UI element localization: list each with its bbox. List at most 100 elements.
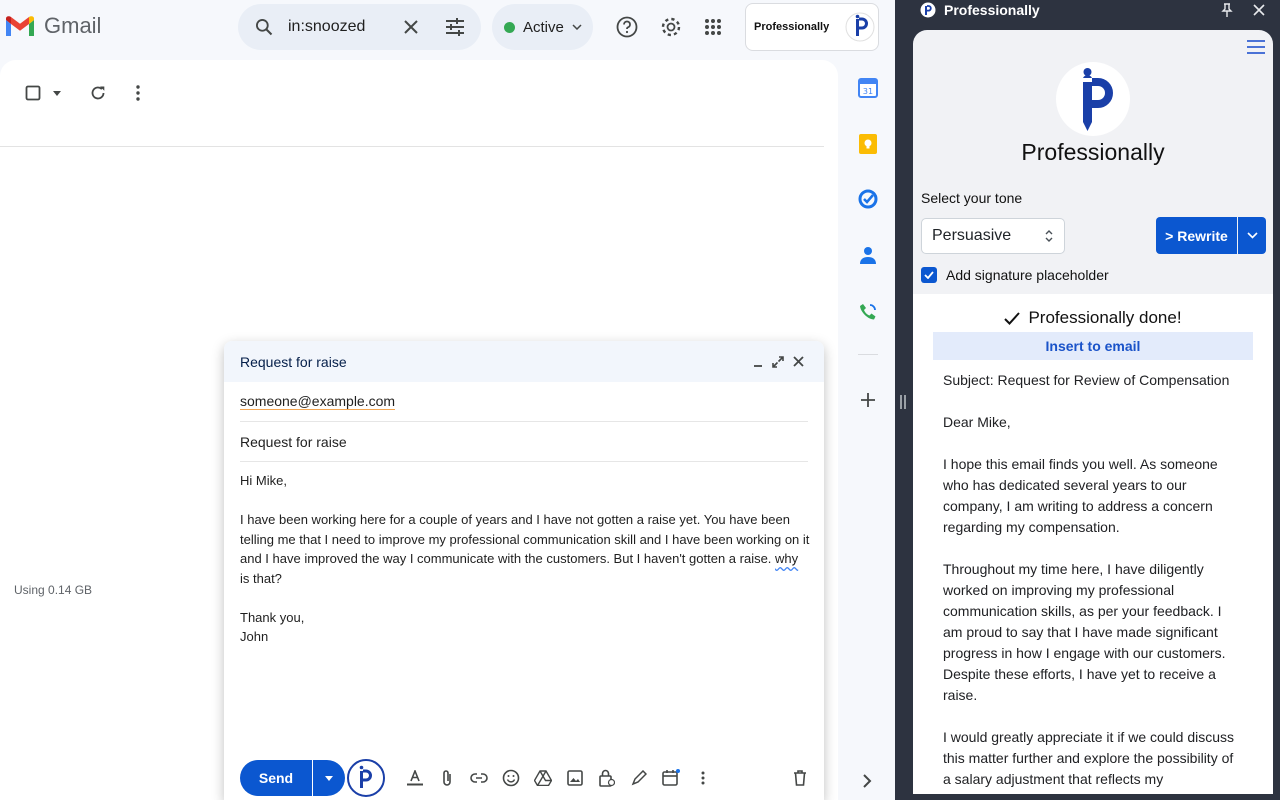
signature-label: Add signature placeholder — [946, 267, 1109, 283]
close-icon[interactable] — [788, 352, 808, 372]
body-closing: Thank you, — [240, 609, 305, 625]
calendar-icon[interactable]: 31 — [856, 76, 880, 100]
professionally-pen-logo-icon — [1083, 68, 1113, 131]
side-panel-title: Professionally — [944, 2, 1040, 18]
help-icon[interactable] — [613, 13, 641, 41]
message-body[interactable]: Hi Mike, I have been working here for a … — [240, 471, 810, 647]
to-field[interactable]: someone@example.com — [240, 382, 808, 422]
signature-checkbox[interactable] — [921, 267, 937, 283]
checkmark-icon — [924, 271, 934, 279]
discard-draft-trash-icon[interactable] — [784, 762, 816, 794]
chevron-down-icon — [1246, 232, 1258, 239]
toolbar-divider — [0, 146, 824, 147]
professionally-small-logo-icon — [920, 2, 936, 18]
send-group: Send — [240, 760, 345, 796]
gmail-m-icon — [6, 16, 34, 36]
contacts-icon[interactable] — [856, 243, 880, 267]
rewrite-result: Professionally done! Insert to email Sub… — [913, 294, 1273, 794]
signature-option[interactable]: Add signature placeholder — [921, 267, 1109, 283]
select-dropdown-icon[interactable] — [50, 73, 64, 113]
rewrite-group: > Rewrite — [1156, 217, 1266, 254]
rewrite-greeting: Dear Mike, — [943, 414, 1011, 430]
more-options-icon[interactable] — [687, 762, 719, 794]
gmail-logo-text: Gmail — [44, 13, 102, 38]
close-panel-icon[interactable] — [1251, 2, 1267, 18]
rewrite-paragraph: I hope this email finds you well. As som… — [943, 456, 1218, 535]
body-greeting: Hi Mike, — [240, 473, 287, 488]
recipient-chip[interactable]: someone@example.com — [240, 393, 396, 410]
pin-icon[interactable] — [1219, 2, 1235, 18]
formatting-toolbar — [399, 762, 719, 794]
professionally-card-label: Professionally — [754, 21, 830, 33]
drive-icon[interactable] — [527, 762, 559, 794]
send-button[interactable]: Send — [240, 760, 312, 796]
professionally-panel: Professionally Select your tone Persuasi… — [913, 30, 1273, 794]
spelling-flag[interactable]: why — [775, 551, 798, 566]
search-bar[interactable]: in:snoozed — [238, 4, 481, 50]
mail-toolbar — [16, 73, 158, 113]
keep-icon[interactable] — [856, 132, 880, 156]
professionally-compose-button[interactable] — [347, 759, 385, 797]
clear-search-icon[interactable] — [399, 15, 423, 39]
compose-header[interactable]: Request for raise — [224, 341, 824, 382]
compose-title: Request for raise — [240, 353, 347, 370]
signature-pen-icon[interactable] — [623, 762, 655, 794]
rewrite-options-button[interactable] — [1238, 217, 1266, 254]
status-selector[interactable]: Active — [492, 4, 593, 50]
emoji-icon[interactable] — [495, 762, 527, 794]
apps-grid-icon[interactable] — [699, 13, 727, 41]
status-dot — [504, 21, 515, 33]
settings-gear-icon[interactable] — [657, 13, 685, 41]
brand-name: Professionally — [1021, 139, 1165, 165]
panel-resize-handle[interactable] — [900, 395, 908, 411]
fullscreen-icon[interactable] — [768, 352, 788, 372]
addon-divider — [858, 354, 878, 355]
insert-to-email-button[interactable]: Insert to email — [933, 332, 1253, 360]
select-all-checkbox[interactable] — [16, 73, 50, 113]
menu-hamburger-icon[interactable] — [1247, 40, 1265, 54]
refresh-icon[interactable] — [78, 73, 118, 113]
link-icon[interactable] — [463, 762, 495, 794]
professionally-account-card[interactable]: Professionally — [745, 3, 879, 51]
search-options-icon[interactable] — [443, 15, 467, 39]
addon-sidebar: 31 — [848, 60, 888, 800]
side-panel-titlebar: Professionally — [920, 0, 1040, 20]
insert-photo-icon[interactable] — [559, 762, 591, 794]
rewrite-subject: Subject: Request for Review of Compensat… — [943, 372, 1230, 388]
rewrite-paragraph: I would greatly appreciate it if we coul… — [943, 729, 1235, 787]
subject-value: Request for raise — [240, 433, 347, 450]
search-icon[interactable] — [252, 15, 276, 39]
tone-value: Persuasive — [932, 227, 1012, 244]
done-label: Professionally done! — [1028, 308, 1182, 327]
more-options-icon[interactable] — [118, 73, 158, 113]
body-signature: John — [240, 629, 269, 644]
compose-footer: Send — [240, 758, 816, 798]
chevron-down-icon — [572, 24, 582, 30]
schedule-send-icon[interactable] — [655, 762, 687, 794]
select-updown-icon — [1045, 230, 1053, 242]
professionally-logo-icon — [845, 12, 875, 42]
status-label: Active — [523, 18, 564, 36]
rewritten-email-text: Subject: Request for Review of Compensat… — [943, 370, 1243, 794]
done-banner: Professionally done! — [913, 308, 1273, 328]
search-input[interactable]: in:snoozed — [288, 18, 399, 36]
minimize-icon[interactable] — [748, 352, 768, 372]
gmail-logo[interactable]: Gmail — [4, 13, 101, 39]
send-options-button[interactable] — [313, 760, 345, 796]
check-icon — [1004, 311, 1021, 325]
text-format-icon[interactable] — [399, 762, 431, 794]
expand-side-panel-icon[interactable] — [858, 772, 876, 790]
phone-icon[interactable] — [856, 300, 880, 324]
storage-usage: Using 0.14 GB — [14, 583, 93, 597]
tone-label: Select your tone — [921, 190, 1023, 206]
professionally-logo — [1056, 62, 1130, 136]
attach-icon[interactable] — [431, 762, 463, 794]
subject-field[interactable]: Request for raise — [240, 422, 808, 462]
confidential-lock-icon[interactable] — [591, 762, 623, 794]
rewrite-button[interactable]: > Rewrite — [1156, 217, 1237, 254]
tone-select[interactable]: Persuasive — [921, 218, 1065, 254]
tasks-icon[interactable] — [856, 187, 880, 211]
add-addon-icon[interactable] — [856, 388, 880, 412]
svg-text:31: 31 — [863, 87, 873, 96]
body-paragraph: I have been working here for a couple of… — [240, 512, 810, 586]
